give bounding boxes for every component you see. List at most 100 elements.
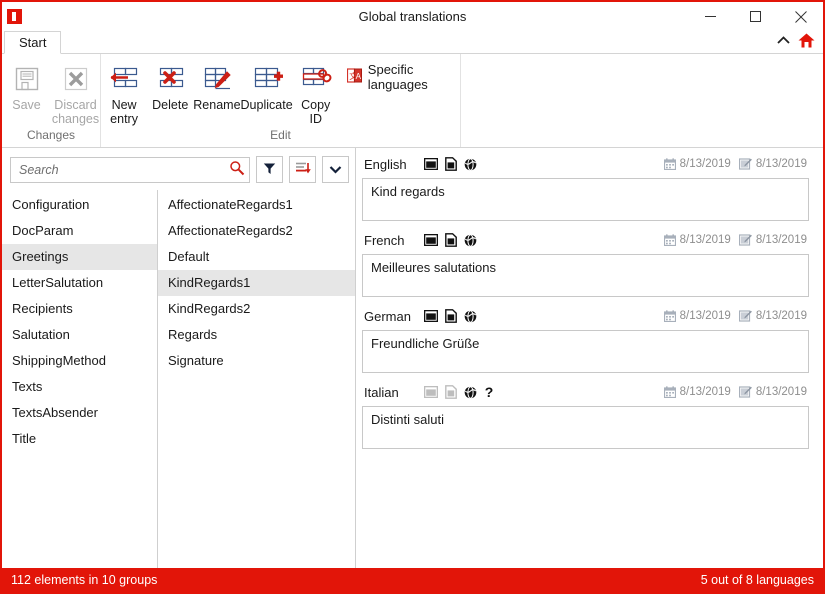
group-list-item-2[interactable]: Greetings [2, 244, 157, 270]
minimize-button[interactable] [688, 2, 733, 31]
language-name: English [364, 156, 407, 172]
created-date: 8/13/2019 [679, 158, 731, 170]
search-input[interactable] [19, 162, 229, 177]
edit-pencil-icon [738, 158, 752, 170]
rename-button[interactable]: Rename [193, 58, 241, 112]
tab-start[interactable]: Start [4, 31, 62, 54]
delete-button[interactable]: Delete [147, 58, 193, 112]
group-list-item-8[interactable]: TextsAbsender [2, 400, 157, 426]
document-icon[interactable] [445, 385, 457, 399]
duplicate-button[interactable]: Duplicate [241, 58, 293, 112]
entry-list-item-0[interactable]: AffectionateRegards1 [158, 192, 355, 218]
translations-pane: English 8/13/2019 8/13/2019 Kind regards Fre… [356, 148, 823, 568]
title-bar: Global translations [2, 2, 823, 31]
status-languages-count: 5 out of 8 languages [700, 573, 814, 587]
help-question-icon[interactable]: ? [484, 385, 494, 399]
group-list-item-9[interactable]: Title [2, 426, 157, 452]
ribbon-group-edit-label: Edit [270, 128, 291, 142]
ribbon-group-changes-label: Changes [26, 128, 76, 142]
new-entry-button[interactable]: New entry [101, 58, 147, 126]
home-icon[interactable] [798, 33, 815, 51]
document-icon[interactable] [445, 309, 457, 323]
language-name: French [364, 232, 405, 248]
specific-languages-icon: 文 A [346, 67, 363, 87]
ribbon: Save Discard changes Changes New entry D… [2, 54, 823, 148]
translation-header: English 8/13/2019 8/13/2019 [362, 154, 809, 174]
globe-icon[interactable] [464, 233, 477, 247]
translation-text-input[interactable]: Meilleures salutations [362, 254, 809, 297]
copy-id-icon [298, 60, 334, 98]
language-icons [424, 309, 477, 323]
modified-date: 8/13/2019 [755, 158, 807, 170]
maximize-button[interactable] [733, 2, 778, 31]
svg-text:?: ? [485, 385, 494, 399]
entries-list[interactable]: AffectionateRegards1 AffectionateRegards2… [158, 190, 355, 568]
calendar-icon [663, 158, 676, 170]
copy-id-button[interactable]: Copy ID [293, 58, 339, 126]
group-list-item-0[interactable]: Configuration [2, 192, 157, 218]
more-options-button[interactable] [322, 156, 349, 183]
ribbon-group-edit: New entry Delete Rename Duplicate Copy I… [100, 54, 460, 147]
sort-button[interactable] [289, 156, 316, 183]
language-name: Italian [364, 384, 399, 400]
delete-icon [152, 60, 188, 98]
entry-list-item-5[interactable]: Regards [158, 322, 355, 348]
rename-button-label: Rename [193, 98, 241, 112]
group-list-item-1[interactable]: DocParam [2, 218, 157, 244]
translation-text-input[interactable]: Kind regards [362, 178, 809, 221]
save-button-label: Save [12, 98, 41, 112]
chevron-down-icon [329, 162, 342, 177]
discard-changes-button[interactable]: Discard changes [51, 58, 100, 126]
group-list-item-7[interactable]: Texts [2, 374, 157, 400]
entry-list-item-6[interactable]: Signature [158, 348, 355, 374]
status-bar: 112 elements in 10 groups 5 out of 8 lan… [2, 568, 823, 592]
left-pane: ConfigurationDocParamGreetingsLetterSalu… [2, 148, 356, 568]
translation-block: Italian? 8/13/2019 8/13/2019 Distinti salut… [362, 382, 809, 449]
edit-pencil-icon [738, 234, 752, 246]
globe-icon[interactable] [464, 309, 477, 323]
translation-header: Italian? 8/13/2019 8/13/2019 [362, 382, 809, 402]
translation-dates: 8/13/2019 8/13/2019 [663, 310, 807, 322]
entry-list-item-1[interactable]: AffectionateRegards2 [158, 218, 355, 244]
globe-icon[interactable] [464, 385, 477, 399]
language-icons: ? [424, 385, 494, 399]
groups-list[interactable]: Configuration DocParam Greetings LetterSalu… [2, 190, 158, 568]
translation-block: German 8/13/2019 8/13/2019 Freundliche Grüß… [362, 306, 809, 373]
globe-icon[interactable] [464, 157, 477, 171]
group-list-item-5[interactable]: Salutation [2, 322, 157, 348]
window-icon[interactable] [424, 310, 438, 322]
close-button[interactable] [778, 2, 823, 31]
modified-date: 8/13/2019 [755, 386, 807, 398]
translation-dates: 8/13/2019 8/13/2019 [663, 386, 807, 398]
document-icon[interactable] [445, 233, 457, 247]
window-icon[interactable] [424, 386, 438, 398]
entry-list-item-2[interactable]: Default [158, 244, 355, 270]
calendar-icon [663, 310, 676, 322]
translation-header: French 8/13/2019 8/13/2019 [362, 230, 809, 250]
filter-funnel-icon [263, 162, 276, 178]
entry-list-item-3[interactable]: KindRegards1 [158, 270, 355, 296]
window-icon[interactable] [424, 234, 438, 246]
group-list-item-4[interactable]: Recipients [2, 296, 157, 322]
duplicate-button-label: Duplicate [240, 98, 293, 112]
window-icon[interactable] [424, 158, 438, 170]
collapse-ribbon-icon[interactable] [777, 36, 790, 48]
window-controls [688, 2, 823, 31]
lists-container: Configuration DocParam Greetings LetterSalu… [2, 190, 355, 568]
translation-text-input[interactable]: Distinti saluti [362, 406, 809, 449]
filter-button[interactable] [256, 156, 283, 183]
specific-languages-button[interactable]: 文 A Specific languages [339, 58, 460, 92]
modified-date: 8/13/2019 [755, 234, 807, 246]
svg-text:A: A [355, 72, 361, 81]
specific-languages-label: Specific languages [367, 62, 428, 92]
group-list-item-6[interactable]: ShippingMethod [2, 348, 157, 374]
document-icon[interactable] [445, 157, 457, 171]
application-window: Global translations Start Save Discard c… [0, 0, 825, 594]
save-button[interactable]: Save [2, 58, 51, 112]
translation-text-input[interactable]: Freundliche Grüße [362, 330, 809, 373]
entry-list-item-4[interactable]: KindRegards2 [158, 296, 355, 322]
search-icon[interactable] [229, 160, 245, 179]
search-field[interactable] [10, 156, 250, 183]
modified-date: 8/13/2019 [755, 310, 807, 322]
group-list-item-3[interactable]: LetterSalutation [2, 270, 157, 296]
